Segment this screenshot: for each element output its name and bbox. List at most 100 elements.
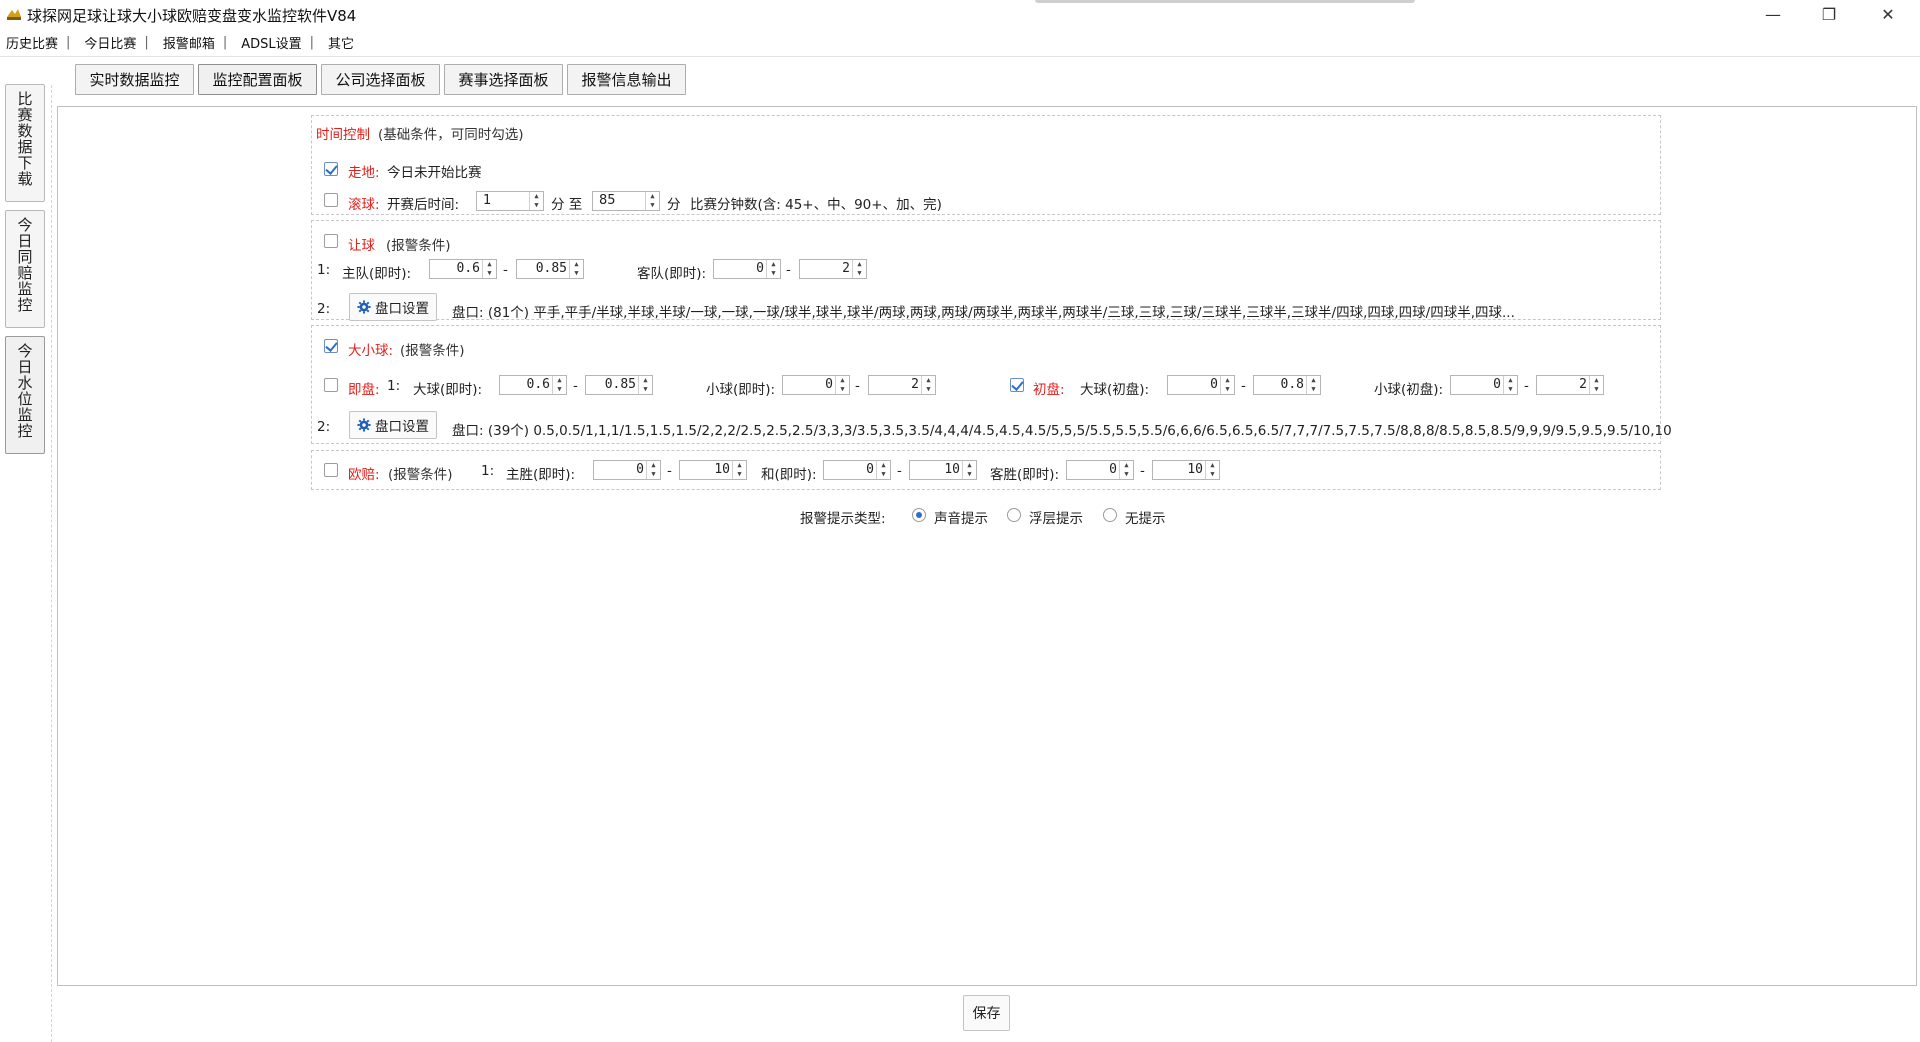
- handicap-checkbox[interactable]: [324, 234, 338, 248]
- draw-label: 和(即时):: [761, 467, 817, 483]
- app-icon: [7, 9, 21, 20]
- menu-bar: 历史比赛 | 今日比赛 | 报警邮箱 | ADSL设置 | 其它: [0, 30, 1920, 54]
- draw-min-spinner[interactable]: 0 ▲ ▼: [823, 460, 891, 480]
- spinner-value: 0.8: [1280, 377, 1304, 392]
- spinner-arrows-icon[interactable]: ▲ ▼: [569, 260, 583, 278]
- alert-sound-radio[interactable]: [912, 508, 926, 522]
- sidetab-same-odds[interactable]: 今日同赔监控: [5, 210, 45, 328]
- spinner-value: 2: [911, 377, 919, 392]
- spinner-arrows-icon[interactable]: ▲ ▼: [1220, 376, 1234, 394]
- tab-company[interactable]: 公司选择面板: [321, 64, 440, 95]
- small-live-max-spinner[interactable]: 2 ▲ ▼: [868, 375, 936, 395]
- spinner-arrows-icon[interactable]: ▲ ▼: [645, 192, 659, 210]
- alert-none-label[interactable]: 无提示: [1125, 507, 1166, 527]
- tab-alarm-output[interactable]: 报警信息输出: [567, 64, 686, 95]
- alert-popup-label[interactable]: 浮层提示: [1029, 507, 1083, 527]
- window-title: 球探网足球让球大小球欧赔变盘变水监控软件V84: [27, 7, 357, 25]
- big-init-min-spinner[interactable]: 0 ▲ ▼: [1167, 375, 1235, 395]
- big-init-max-spinner[interactable]: 0.8 ▲ ▼: [1253, 375, 1321, 395]
- small-init-label: 小球(初盘):: [1374, 382, 1444, 398]
- tab-league[interactable]: 赛事选择面板: [444, 64, 563, 95]
- spinner-arrows-icon[interactable]: ▲ ▼: [1119, 461, 1133, 479]
- home-win-max-spinner[interactable]: 10 ▲ ▼: [679, 460, 747, 480]
- menu-history[interactable]: 历史比赛: [0, 33, 66, 52]
- tab-realtime[interactable]: 实时数据监控: [75, 64, 194, 95]
- minute-to-label: 分 至: [551, 197, 583, 213]
- menu-divider: [0, 56, 1920, 57]
- spinner-arrows-icon[interactable]: ▲ ▼: [876, 461, 890, 479]
- spinner-value: 0: [866, 462, 874, 477]
- handicap-lines-config-button[interactable]: 盘口设置: [349, 293, 437, 321]
- alert-type-label: 报警提示类型:: [800, 511, 886, 527]
- initial-odds-checkbox[interactable]: [1010, 378, 1024, 392]
- spinner-arrows-icon[interactable]: ▲ ▼: [852, 260, 866, 278]
- spinner-arrows-icon[interactable]: ▲ ▼: [482, 260, 496, 278]
- spinner-value: 0: [636, 462, 644, 477]
- save-button[interactable]: 保存: [963, 995, 1010, 1031]
- range-dash: -: [503, 262, 508, 278]
- sidetab-label: 今日水位监控: [17, 342, 33, 440]
- spinner-arrows-icon[interactable]: ▲ ▼: [1205, 461, 1219, 479]
- rolling-to-spinner[interactable]: 85 ▲ ▼: [592, 191, 660, 211]
- away-win-min-spinner[interactable]: 0 ▲ ▼: [1066, 460, 1134, 480]
- time-control-title: 时间控制: [316, 127, 370, 143]
- spinner-arrows-icon[interactable]: ▲ ▼: [1589, 376, 1603, 394]
- alert-none-radio[interactable]: [1103, 508, 1117, 522]
- european-checkbox[interactable]: [324, 463, 338, 477]
- big-live-max-spinner[interactable]: 0.85 ▲ ▼: [585, 375, 653, 395]
- handicap-lines-text: 盘口: (81个) 平手,平手/半球,半球,半球/一球,一球,一球/球半,球半,…: [452, 305, 1515, 321]
- minimize-button[interactable]: —: [1750, 0, 1796, 28]
- maximize-button[interactable]: ❐: [1806, 0, 1852, 28]
- sidetab-download[interactable]: 比赛数据下载: [5, 84, 45, 202]
- minute-label: 分: [667, 197, 681, 213]
- spinner-arrows-icon[interactable]: ▲ ▼: [638, 376, 652, 394]
- big-live-label: 大球(即时):: [413, 382, 483, 398]
- overunder-lines-config-button[interactable]: 盘口设置: [349, 411, 437, 439]
- spinner-arrows-icon[interactable]: ▲ ▼: [732, 461, 746, 479]
- spinner-value: 10: [1187, 462, 1203, 477]
- menu-today[interactable]: 今日比赛: [70, 33, 144, 52]
- big-live-min-spinner[interactable]: 0.6 ▲ ▼: [499, 375, 567, 395]
- walk-checkbox[interactable]: [324, 162, 338, 176]
- small-init-min-spinner[interactable]: 0 ▲ ▼: [1450, 375, 1518, 395]
- menu-alarm-email[interactable]: 报警邮箱: [149, 33, 223, 52]
- close-button[interactable]: ✕: [1865, 0, 1911, 28]
- rolling-from-spinner[interactable]: 1 ▲ ▼: [476, 191, 544, 211]
- handicap-row2-index: 2:: [317, 301, 331, 317]
- spinner-arrows-icon[interactable]: ▲ ▼: [921, 376, 935, 394]
- spinner-arrows-icon[interactable]: ▲ ▼: [835, 376, 849, 394]
- menu-other[interactable]: 其它: [314, 33, 362, 52]
- alert-popup-radio[interactable]: [1007, 508, 1021, 522]
- range-dash: -: [1524, 378, 1529, 394]
- handicap-away-max-spinner[interactable]: 2 ▲ ▼: [799, 259, 867, 279]
- spinner-arrows-icon[interactable]: ▲ ▼: [1306, 376, 1320, 394]
- handicap-away-min-spinner[interactable]: 0 ▲ ▼: [713, 259, 781, 279]
- live-odds-checkbox[interactable]: [324, 378, 338, 392]
- side-divider: [51, 85, 52, 1042]
- alert-sound-label[interactable]: 声音提示: [934, 507, 988, 527]
- overunder-checkbox[interactable]: [324, 339, 338, 353]
- spinner-arrows-icon[interactable]: ▲ ▼: [646, 461, 660, 479]
- sidetab-water-level[interactable]: 今日水位监控: [5, 336, 45, 454]
- handicap-home-min-spinner[interactable]: 0.6 ▲ ▼: [429, 259, 497, 279]
- spinner-arrows-icon[interactable]: ▲ ▼: [529, 192, 543, 210]
- spinner-arrows-icon[interactable]: ▲ ▼: [552, 376, 566, 394]
- big-init-label: 大球(初盘):: [1080, 382, 1150, 398]
- spinner-value: 0: [1109, 462, 1117, 477]
- spinner-value: 0.85: [535, 261, 567, 276]
- away-win-max-spinner[interactable]: 10 ▲ ▼: [1152, 460, 1220, 480]
- spinner-value: 2: [842, 261, 850, 276]
- small-live-min-spinner[interactable]: 0 ▲ ▼: [782, 375, 850, 395]
- small-init-max-spinner[interactable]: 2 ▲ ▼: [1536, 375, 1604, 395]
- spinner-arrows-icon[interactable]: ▲ ▼: [962, 461, 976, 479]
- draw-max-spinner[interactable]: 10 ▲ ▼: [909, 460, 977, 480]
- spinner-value: 10: [714, 462, 730, 477]
- menu-adsl[interactable]: ADSL设置: [227, 33, 309, 52]
- tab-config[interactable]: 监控配置面板: [198, 64, 317, 95]
- home-win-min-spinner[interactable]: 0 ▲ ▼: [593, 460, 661, 480]
- range-dash: -: [897, 463, 902, 479]
- spinner-arrows-icon[interactable]: ▲ ▼: [1503, 376, 1517, 394]
- spinner-arrows-icon[interactable]: ▲ ▼: [766, 260, 780, 278]
- handicap-home-max-spinner[interactable]: 0.85 ▲ ▼: [516, 259, 584, 279]
- rolling-checkbox[interactable]: [324, 193, 338, 207]
